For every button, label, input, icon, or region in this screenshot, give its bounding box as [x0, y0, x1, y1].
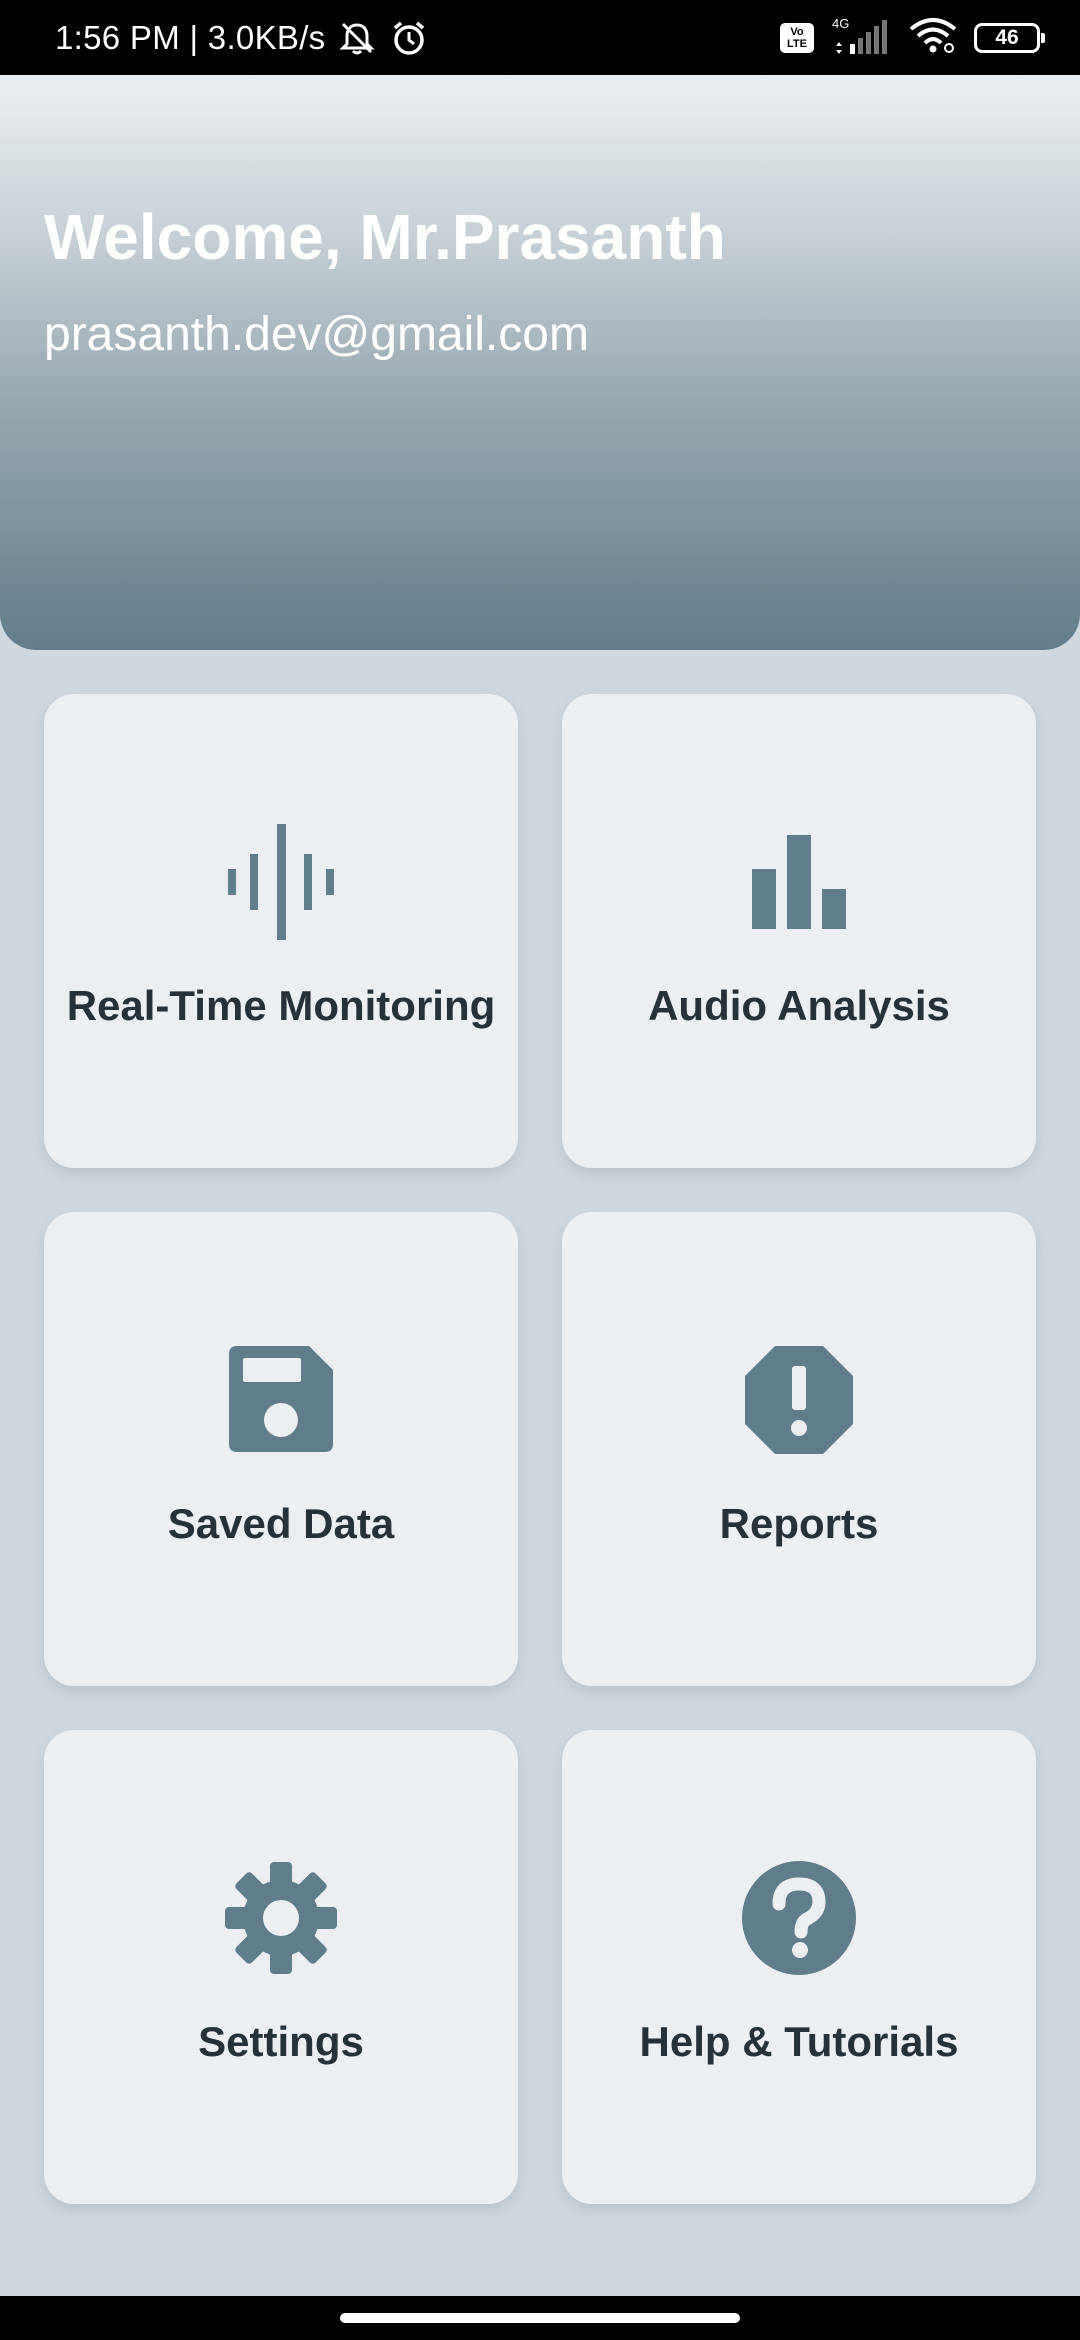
status-bar: 1:56 PM | 3.0KB/s Vo LTE 4G 46 [0, 0, 1080, 75]
user-email: prasanth.dev@gmail.com [44, 308, 589, 361]
card-label: Real-Time Monitoring [66, 982, 496, 1029]
status-time-speed: 1:56 PM | 3.0KB/s [55, 18, 326, 56]
help-tutorials-card[interactable]: Help & Tutorials [562, 1730, 1036, 2204]
real-time-monitoring-card[interactable]: Real-Time Monitoring [44, 694, 518, 1168]
battery-level: 46 [995, 25, 1019, 49]
signal-icon: 4G [830, 16, 892, 58]
card-label: Help & Tutorials [639, 2018, 959, 2065]
help-icon [739, 1858, 859, 1978]
reports-card[interactable]: Reports [562, 1212, 1036, 1686]
card-label: Reports [719, 1500, 879, 1547]
bar-chart-icon [739, 822, 859, 942]
battery-icon: 46 [974, 22, 1045, 53]
status-left: 1:56 PM | 3.0KB/s [55, 0, 429, 75]
volte-bottom-text: LTE [787, 37, 807, 50]
status-right: Vo LTE 4G 46 [780, 0, 1045, 75]
saved-data-card[interactable]: Saved Data [44, 1212, 518, 1686]
alert-octagon-icon [739, 1340, 859, 1460]
volte-top-text: Vo [790, 25, 804, 38]
volte-icon: Vo LTE [780, 22, 814, 53]
card-label: Settings [198, 2018, 364, 2065]
waveform-icon [221, 822, 341, 942]
wifi-icon [908, 16, 958, 59]
alarm-icon [389, 19, 429, 57]
home-indicator[interactable] [340, 2313, 740, 2323]
navigation-bar [0, 2296, 1080, 2340]
welcome-header: Welcome, Mr.Prasanth prasanth.dev@gmail.… [0, 75, 1080, 650]
settings-card[interactable]: Settings [44, 1730, 518, 2204]
gear-icon [221, 1858, 341, 1978]
audio-analysis-card[interactable]: Audio Analysis [562, 694, 1036, 1168]
card-label: Saved Data [167, 1500, 395, 1547]
welcome-title: Welcome, Mr.Prasanth [44, 201, 726, 273]
card-label: Audio Analysis [648, 982, 950, 1029]
mute-icon [337, 20, 377, 56]
save-icon [221, 1340, 341, 1460]
